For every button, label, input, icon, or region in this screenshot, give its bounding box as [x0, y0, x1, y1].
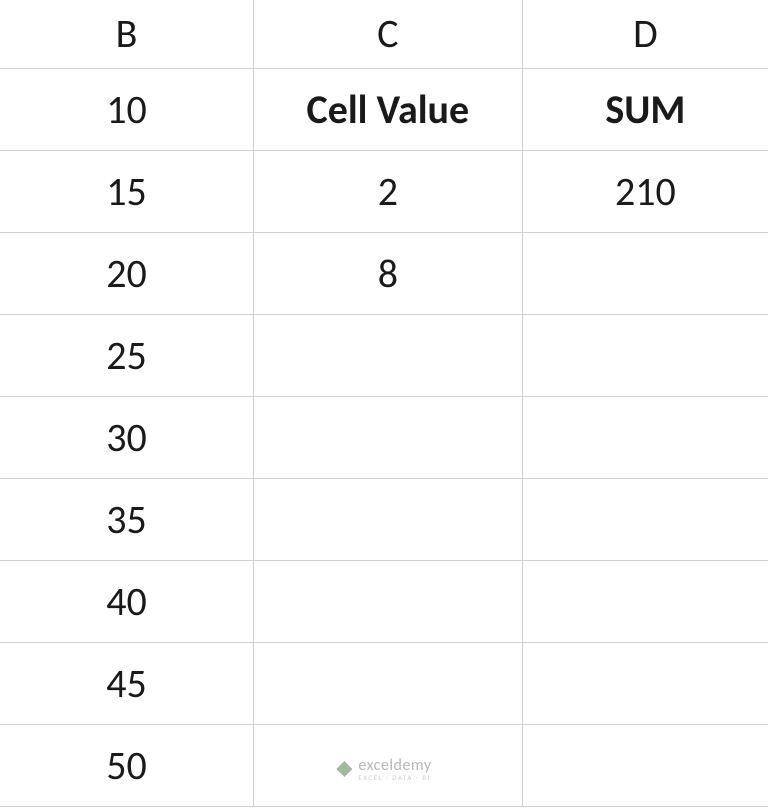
cell-d2[interactable]: 210 [522, 150, 768, 232]
cell-d9[interactable] [522, 724, 768, 806]
table-row: 45 [0, 642, 768, 724]
cell-b5[interactable]: 30 [0, 396, 253, 478]
table-row: 10 Cell Value SUM [0, 68, 768, 150]
cell-d3[interactable] [522, 232, 768, 314]
table-row: 30 [0, 396, 768, 478]
cell-c7[interactable] [253, 560, 522, 642]
cell-d7[interactable] [522, 560, 768, 642]
cell-d4[interactable] [522, 314, 768, 396]
spreadsheet-grid: B C D 10 Cell Value SUM 15 2 210 20 8 25… [0, 0, 768, 807]
logo-icon [336, 761, 352, 777]
cell-b8[interactable]: 45 [0, 642, 253, 724]
table-row: 35 [0, 478, 768, 560]
table-row: 40 [0, 560, 768, 642]
cell-d5[interactable] [522, 396, 768, 478]
cell-c1[interactable]: Cell Value [253, 68, 522, 150]
cell-b1[interactable]: 10 [0, 68, 253, 150]
column-header-d[interactable]: D [522, 0, 768, 68]
column-header-c[interactable]: C [253, 0, 522, 68]
table-row: 15 2 210 [0, 150, 768, 232]
cell-b3[interactable]: 20 [0, 232, 253, 314]
cell-d1[interactable]: SUM [522, 68, 768, 150]
table-row: 20 8 [0, 232, 768, 314]
cell-b6[interactable]: 35 [0, 478, 253, 560]
watermark-text-wrap: exceldemy EXCEL · DATA · BI [358, 756, 431, 782]
cell-c5[interactable] [253, 396, 522, 478]
cell-b9[interactable]: 50 [0, 724, 253, 806]
cell-c2[interactable]: 2 [253, 150, 522, 232]
cell-d8[interactable] [522, 642, 768, 724]
column-header-row: B C D [0, 0, 768, 68]
cell-c8[interactable] [253, 642, 522, 724]
cell-c3[interactable]: 8 [253, 232, 522, 314]
cell-b2[interactable]: 15 [0, 150, 253, 232]
table-row: 25 [0, 314, 768, 396]
cell-d6[interactable] [522, 478, 768, 560]
watermark: exceldemy EXCEL · DATA · BI [336, 756, 431, 782]
cell-b7[interactable]: 40 [0, 560, 253, 642]
cell-c6[interactable] [253, 478, 522, 560]
cell-b4[interactable]: 25 [0, 314, 253, 396]
cell-c4[interactable] [253, 314, 522, 396]
watermark-tagline: EXCEL · DATA · BI [358, 773, 431, 782]
column-header-b[interactable]: B [0, 0, 253, 68]
